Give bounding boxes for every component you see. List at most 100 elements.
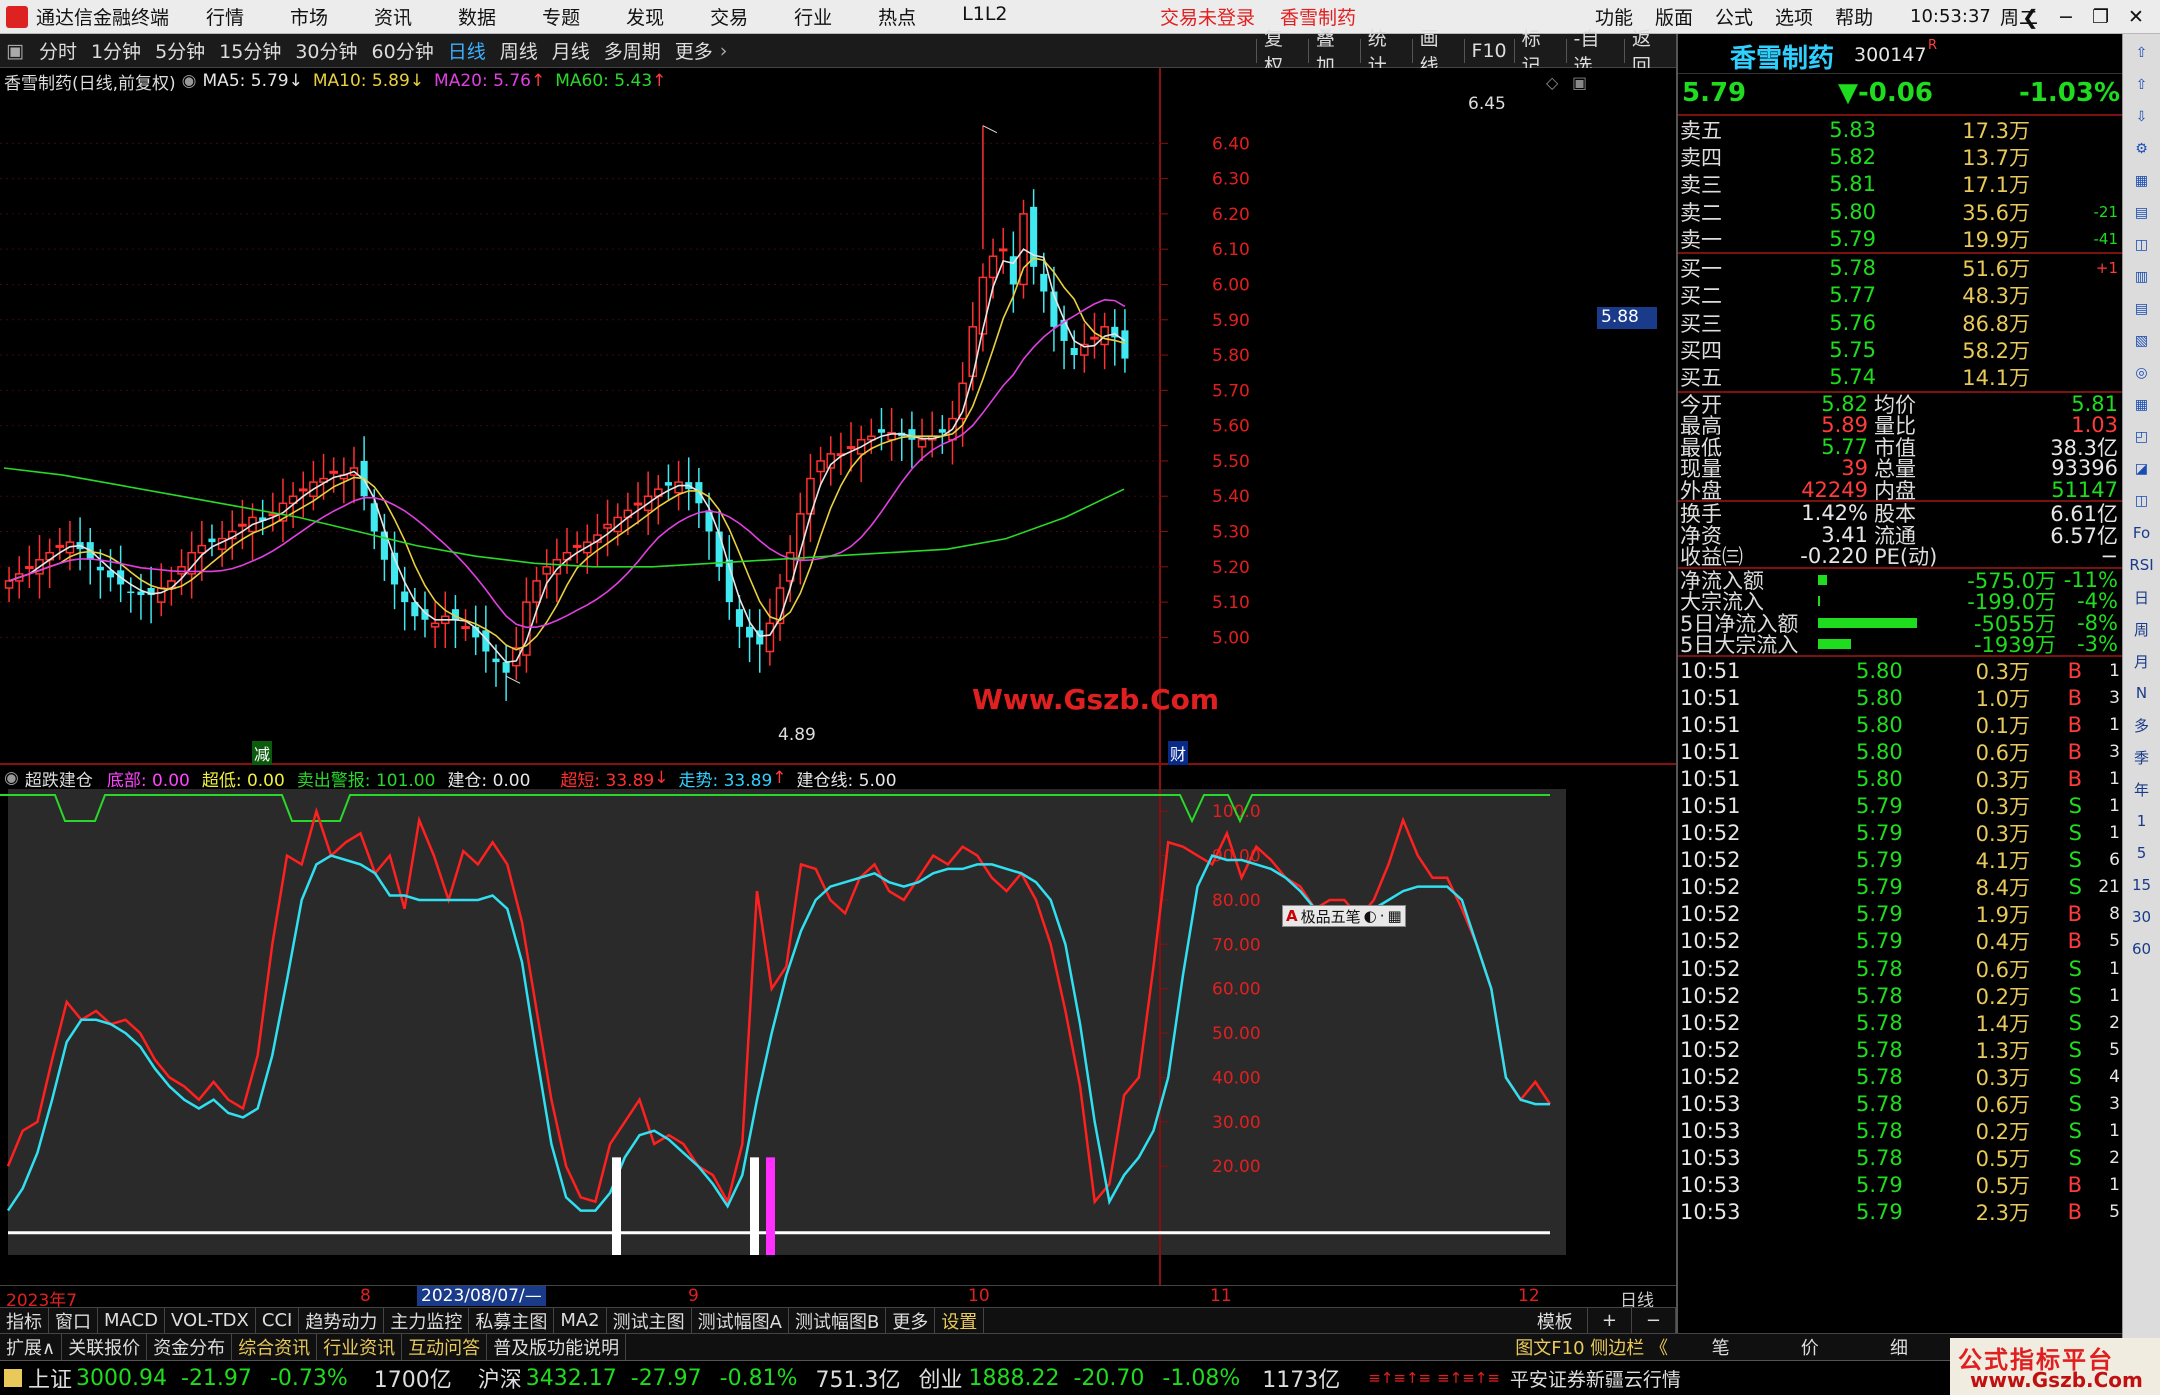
tick-row[interactable]: 10:53 5.78 0.6万 S 3: [1678, 1090, 2122, 1117]
index-icon[interactable]: [4, 1369, 22, 1387]
toolbar-period-button[interactable]: Fo: [2129, 520, 2155, 546]
info-tab[interactable]: 扩展∧: [0, 1334, 63, 1360]
close-icon[interactable]: ✕: [2128, 6, 2144, 28]
ime-a-icon[interactable]: A: [1286, 907, 1298, 925]
toolbar-icon[interactable]: ⇧: [2129, 40, 2155, 66]
order-row[interactable]: 卖四 5.82 13.7万: [1678, 143, 2122, 170]
toolbar-period-button[interactable]: 月: [2129, 648, 2155, 674]
toolbar-period-button[interactable]: 多: [2129, 712, 2155, 738]
period-tab[interactable]: 多周期: [597, 37, 668, 64]
indicator-tab[interactable]: 主力监控: [384, 1308, 470, 1333]
toolbar-button[interactable]: F10: [1465, 40, 1514, 62]
candlestick-chart[interactable]: 6.40 6.30 6.20 6.10 6.00 5.90 5.80 5.70 5.60 5.50…: [0, 68, 1676, 765]
order-row[interactable]: 卖二 5.80 35.6万 -21: [1678, 198, 2122, 225]
info-tab[interactable]: 行业资讯: [317, 1334, 403, 1360]
indicator-chart[interactable]: 100.090.0080.0070.0060.0050.0040.0030.00…: [0, 765, 1676, 1285]
info-tab[interactable]: 普及版功能说明: [487, 1334, 627, 1360]
menu-item[interactable]: 帮助: [1835, 3, 1873, 30]
toggle-icon[interactable]: ◉: [182, 71, 197, 91]
toolbar-icon[interactable]: ▤: [2129, 296, 2155, 322]
tick-row[interactable]: 10:52 5.78 0.3万 S 4: [1678, 1063, 2122, 1090]
quote-tab[interactable]: 价: [1801, 1334, 1819, 1360]
toolbar-period-button[interactable]: RSI: [2129, 552, 2155, 578]
tick-row[interactable]: 10:53 5.79 2.3万 B 5: [1678, 1199, 2122, 1226]
market-breadth-icon[interactable]: ≡↑≡↑≡: [1368, 1369, 1431, 1387]
toolbar-period-button[interactable]: 季: [2129, 744, 2155, 770]
order-row[interactable]: 卖五 5.83 17.3万: [1678, 116, 2122, 143]
tick-row[interactable]: 10:51 5.79 0.3万 S 1: [1678, 792, 2122, 819]
toolbar-icon[interactable]: ⇧: [2129, 72, 2155, 98]
toolbar-period-button[interactable]: N: [2129, 680, 2155, 706]
period-tab[interactable]: 月线: [545, 37, 597, 64]
menu-item[interactable]: 发现: [626, 3, 664, 30]
indicator-tab[interactable]: 测试幅图B: [789, 1308, 887, 1333]
tick-row[interactable]: 10:53 5.78 0.2万 S 1: [1678, 1118, 2122, 1145]
period-tab[interactable]: 5分钟: [148, 37, 212, 64]
toolbar-icon[interactable]: ▦: [2129, 168, 2155, 194]
cy-name[interactable]: 创业: [918, 1362, 962, 1394]
toolbar-icon[interactable]: ◫: [2129, 232, 2155, 258]
toggle-icon[interactable]: ◉: [4, 768, 19, 788]
tick-row[interactable]: 10:51 5.80 0.6万 B 3: [1678, 738, 2122, 765]
menu-item[interactable]: 选项: [1775, 3, 1813, 30]
tick-row[interactable]: 10:52 5.78 0.2万 S 1: [1678, 982, 2122, 1009]
tick-row[interactable]: 10:53 5.79 0.5万 B 1: [1678, 1172, 2122, 1199]
ime-moon-icon[interactable]: ◐: [1364, 907, 1377, 925]
order-row[interactable]: 买二 5.77 48.3万: [1678, 282, 2122, 309]
indicator-tab[interactable]: 更多: [886, 1308, 936, 1333]
sh-name[interactable]: 上证: [28, 1362, 72, 1394]
tick-row[interactable]: 10:52 5.78 1.4万 S 2: [1678, 1009, 2122, 1036]
toolbar-icon[interactable]: ⇩: [2129, 104, 2155, 130]
period-tab[interactable]: 日线: [441, 37, 493, 64]
tick-row[interactable]: 10:51 5.80 0.1万 B 1: [1678, 711, 2122, 738]
quote-tab[interactable]: 细: [1890, 1334, 1908, 1360]
order-row[interactable]: 买三 5.76 86.8万: [1678, 309, 2122, 336]
indicator-tab[interactable]: MA2: [554, 1308, 607, 1333]
tick-row[interactable]: 10:51 5.80 0.3万 B 1: [1678, 657, 2122, 684]
period-tab[interactable]: 周线: [493, 37, 545, 64]
toolbar-icon[interactable]: ◰: [2129, 424, 2155, 450]
order-row[interactable]: 卖三 5.81 17.1万: [1678, 171, 2122, 198]
market-breadth-icon[interactable]: ≡↑≡↑≡: [1437, 1369, 1500, 1387]
period-tab[interactable]: 1分钟: [84, 37, 148, 64]
more-chevron-icon[interactable]: ›: [720, 40, 728, 62]
tick-row[interactable]: 10:52 5.78 0.6万 S 1: [1678, 955, 2122, 982]
toolbar-icon[interactable]: ⚙: [2129, 136, 2155, 162]
ime-keyboard-icon[interactable]: ▦: [1388, 907, 1402, 925]
toolbar-icon[interactable]: ▤: [2129, 200, 2155, 226]
info-tab[interactable]: 综合资讯: [232, 1334, 318, 1360]
menu-item[interactable]: L1L2: [962, 3, 1007, 30]
period-tab[interactable]: 分时: [32, 37, 84, 64]
tick-row[interactable]: 10:52 5.79 4.1万 S 6: [1678, 847, 2122, 874]
order-row[interactable]: 买五 5.74 14.1万: [1678, 364, 2122, 391]
tick-row[interactable]: 10:52 5.79 0.3万 S 1: [1678, 820, 2122, 847]
menu-item[interactable]: 行情: [206, 3, 244, 30]
toolbar-icon[interactable]: ◫: [2129, 488, 2155, 514]
menu-item[interactable]: 专题: [542, 3, 580, 30]
menu-item[interactable]: 交易: [710, 3, 748, 30]
tick-row[interactable]: 10:52 5.78 1.3万 S 5: [1678, 1036, 2122, 1063]
tick-row[interactable]: 10:52 5.79 0.4万 B 5: [1678, 928, 2122, 955]
indicator-tab[interactable]: 私募主图: [469, 1308, 555, 1333]
ime-popup[interactable]: A 极品五笔 ◐ · ▦: [1282, 905, 1406, 927]
indicator-tab[interactable]: 测试幅图A: [692, 1308, 789, 1333]
indicator-tab[interactable]: 指标: [0, 1308, 49, 1333]
panel-icon[interactable]: ▣: [6, 40, 24, 62]
menu-item[interactable]: 市场: [290, 3, 328, 30]
indicator-tab[interactable]: 设置: [935, 1308, 985, 1333]
tick-row[interactable]: 10:52 5.79 8.4万 S 21: [1678, 874, 2122, 901]
toolbar-period-button[interactable]: 30: [2129, 904, 2155, 930]
indicator-tab[interactable]: 测试主图: [607, 1308, 692, 1333]
toolbar-period-button[interactable]: 5: [2129, 840, 2155, 866]
menu-item[interactable]: 数据: [458, 3, 496, 30]
indicator-tab[interactable]: CCI: [256, 1308, 300, 1333]
toolbar-period-button[interactable]: 日: [2129, 584, 2155, 610]
toolbar-icon[interactable]: ◎: [2129, 360, 2155, 386]
toolbar-period-button[interactable]: 15: [2129, 872, 2155, 898]
indicator-tab[interactable]: 趋势动力: [299, 1308, 385, 1333]
template-button[interactable]: 模板: [1523, 1308, 1588, 1333]
minimize-icon[interactable]: −: [2058, 6, 2074, 28]
period-tab[interactable]: 更多: [668, 37, 720, 64]
toolbar-icon[interactable]: ◪: [2129, 456, 2155, 482]
info-tab[interactable]: 关联报价: [62, 1334, 148, 1360]
